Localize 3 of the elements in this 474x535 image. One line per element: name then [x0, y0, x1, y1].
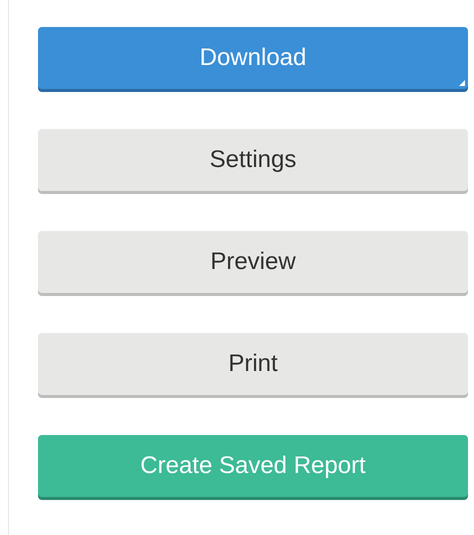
action-button[interactable]: Print — [38, 333, 468, 395]
action-button[interactable]: Settings — [38, 129, 468, 191]
action-button[interactable]: Preview — [38, 231, 468, 293]
